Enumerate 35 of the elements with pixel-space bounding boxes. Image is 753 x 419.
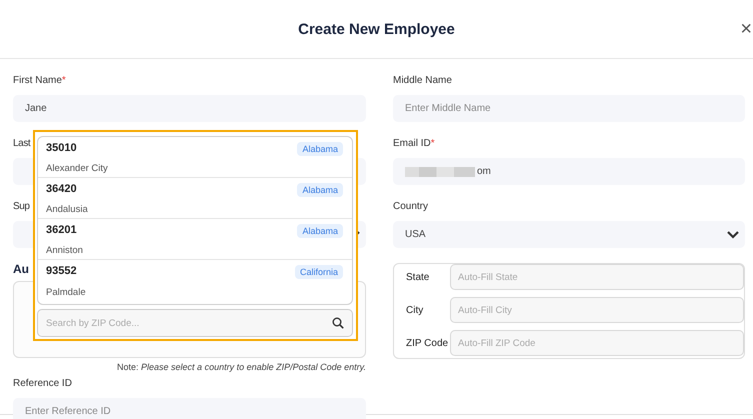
field-label: ZIP Code: [406, 338, 450, 348]
field-label: Reference ID: [13, 378, 72, 390]
field-label: Last: [13, 138, 30, 150]
country-select[interactable]: USA: [393, 221, 745, 248]
state-tag: Alabama: [297, 224, 343, 238]
zip-code: 35010: [46, 142, 78, 156]
zip-option[interactable]: 35010 Alabama Alexander City: [38, 137, 352, 178]
zip-option[interactable]: 93552 California Palmdale: [38, 260, 352, 301]
zip-option[interactable]: 36420 Alabama Andalusia: [38, 178, 352, 219]
field-label: Sup: [13, 201, 30, 213]
chevron-down-icon: [727, 231, 739, 239]
state-tag: Alabama: [297, 183, 343, 197]
city-name: Alexander City: [46, 163, 109, 176]
zip-option[interactable]: 36201 Alabama Anniston: [38, 219, 352, 260]
section-heading: Au: [13, 262, 29, 276]
field-label: First Name*: [13, 75, 66, 87]
zip-code: 93552: [46, 265, 78, 279]
field-label: Middle Name: [393, 75, 452, 87]
close-button[interactable]: ×: [740, 18, 752, 41]
field-label: Country: [393, 201, 428, 213]
email-field[interactable]: om: [393, 158, 745, 185]
field-label: City: [406, 304, 424, 316]
field-label: Email ID*: [393, 138, 435, 150]
state-tag: California: [294, 265, 343, 279]
city-name: Andalusia: [46, 204, 89, 217]
note-text: Note: Please select a country to enable ZIP/Postal Code entry.: [117, 362, 366, 372]
zip-code: 36201: [46, 224, 78, 238]
city-name: Anniston: [46, 245, 84, 258]
dialog-title: Create New Employee: [298, 20, 455, 38]
city-name: Palmdale: [46, 286, 87, 300]
search-icon: [332, 317, 344, 329]
field-label: State: [406, 272, 430, 282]
first-name-field[interactable]: Jane: [13, 95, 366, 122]
zip-code: 36420: [46, 183, 78, 197]
state-tag: Alabama: [297, 142, 343, 156]
